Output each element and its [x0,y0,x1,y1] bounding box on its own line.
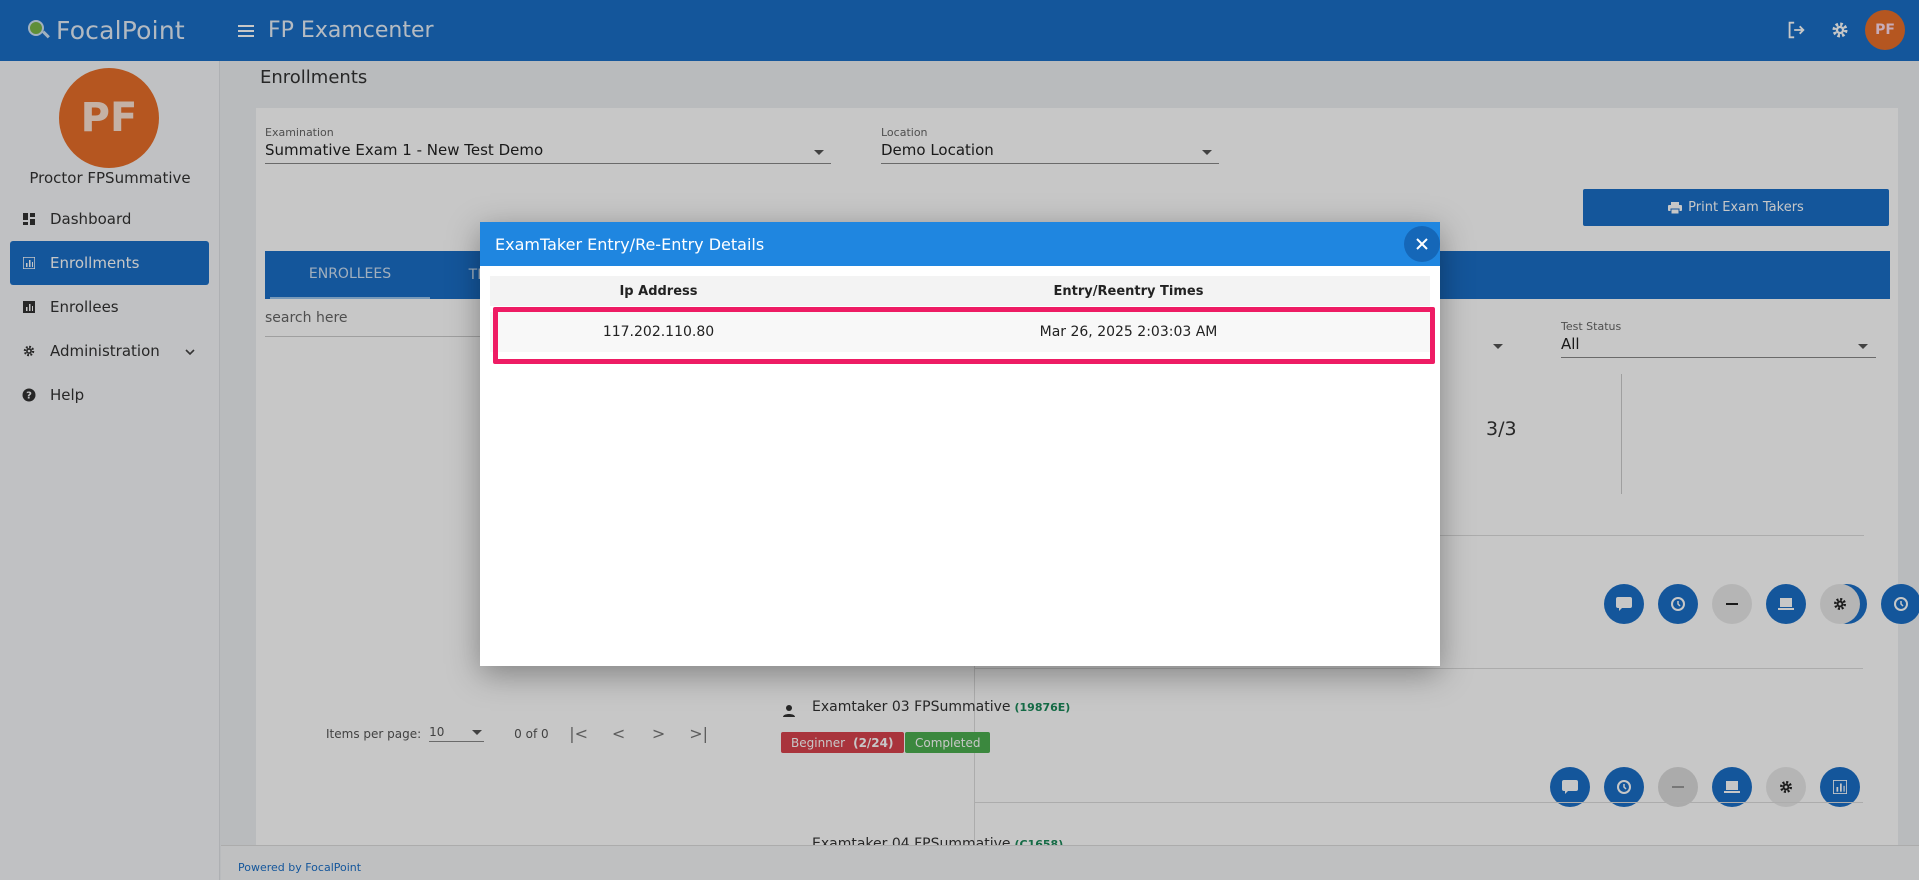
column-header-entry-times: Entry/Reentry Times [1053,283,1204,299]
ip-address-cell: 117.202.110.80 [602,324,715,340]
dialog-header: ExamTaker Entry/Re-Entry Details [480,222,1440,266]
entry-details-dialog: ExamTaker Entry/Re-Entry Details Ip Addr… [480,222,1440,666]
entry-time-cell: Mar 26, 2025 2:03:03 AM [1039,324,1218,340]
column-header-ip: Ip Address [619,283,698,299]
dialog-title: ExamTaker Entry/Re-Entry Details [495,234,765,254]
close-button[interactable] [1404,226,1440,262]
table-header: Ip Address Entry/Reentry Times [490,276,1430,306]
table-row: 117.202.110.80 Mar 26, 2025 2:03:03 AM [490,312,1430,352]
close-icon [1416,235,1428,254]
